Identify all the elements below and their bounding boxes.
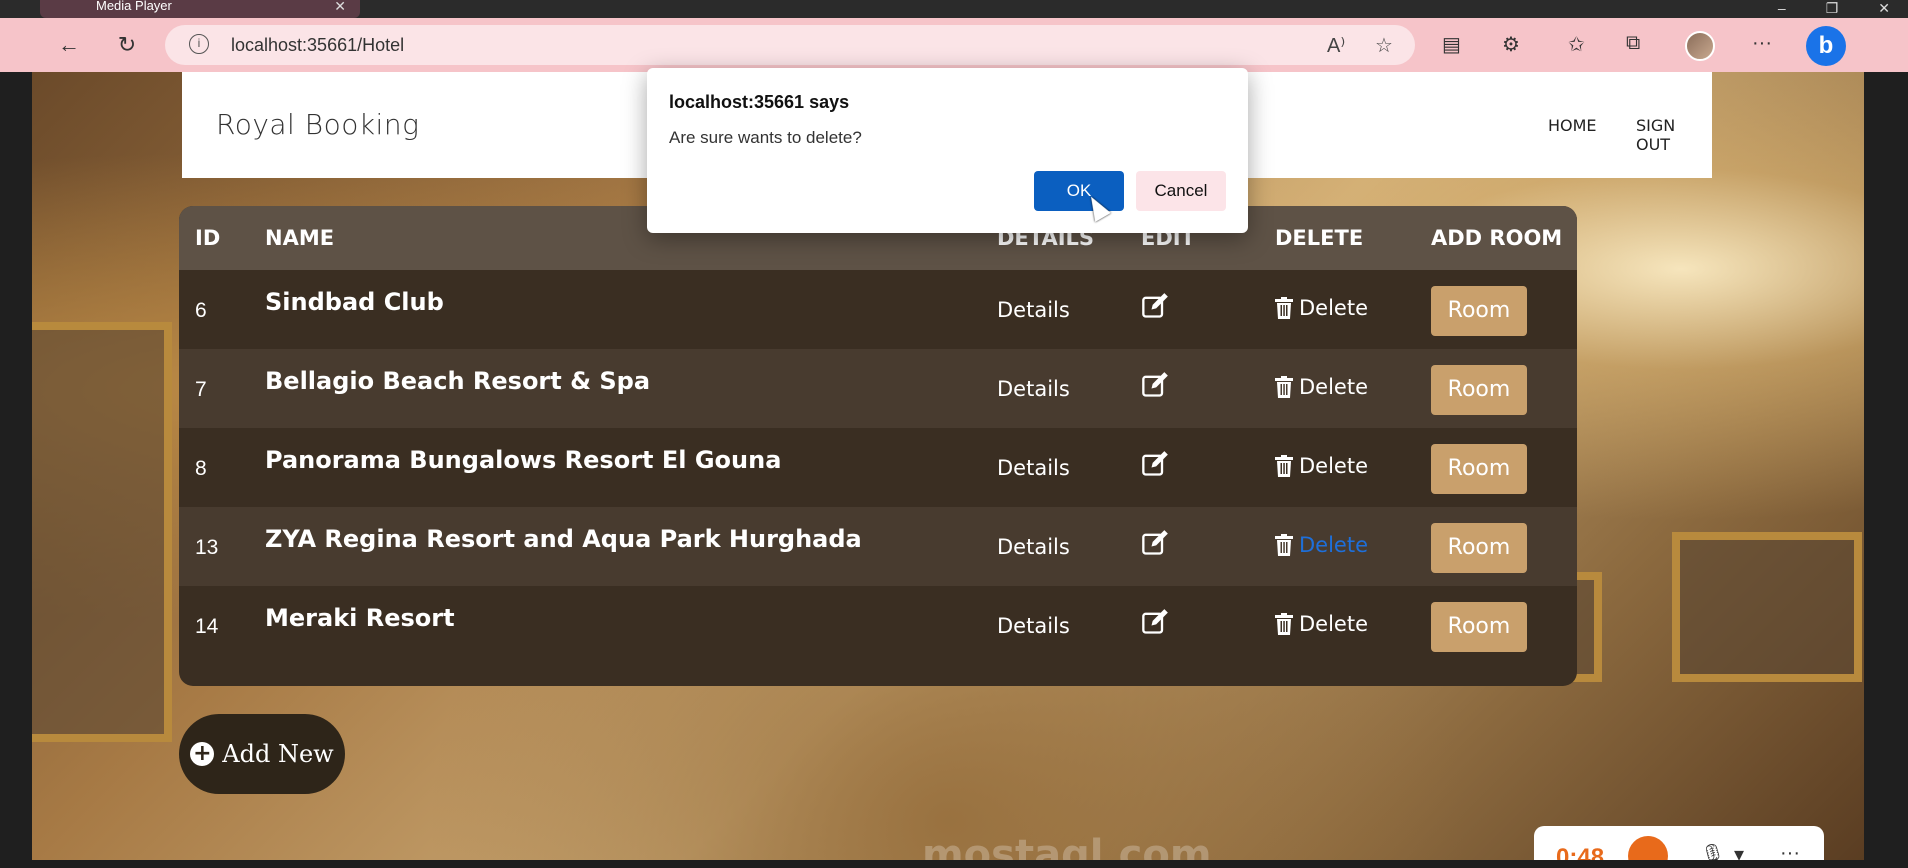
- header-name: NAME: [265, 226, 335, 250]
- table-row: 6 Sindbad Club Details Delete Room: [179, 270, 1577, 349]
- taskbar-strip: [0, 860, 1908, 868]
- delete-label: Delete: [1299, 375, 1368, 399]
- tab-close-icon[interactable]: ✕: [334, 0, 346, 13]
- delete-link[interactable]: Delete: [1275, 533, 1368, 557]
- add-new-button[interactable]: + Add New: [179, 714, 345, 794]
- collections-icon[interactable]: ⧉: [1626, 32, 1640, 55]
- table-row: 8 Panorama Bungalows Resort El Gouna Det…: [179, 428, 1577, 507]
- delete-link[interactable]: Delete: [1275, 612, 1368, 636]
- edit-icon[interactable]: [1141, 450, 1169, 478]
- add-room-button[interactable]: Room: [1431, 444, 1527, 494]
- browser-tab[interactable]: Media Player ✕: [40, 0, 360, 18]
- delete-label: Delete: [1299, 612, 1368, 636]
- plus-circle-icon: +: [190, 742, 215, 766]
- delete-link[interactable]: Delete: [1275, 454, 1368, 478]
- row-name: Meraki Resort: [265, 604, 455, 632]
- details-link[interactable]: Details: [997, 535, 1070, 559]
- table-row: 7 Bellagio Beach Resort & Spa Details De…: [179, 349, 1577, 428]
- delete-label: Delete: [1299, 533, 1368, 557]
- favorite-add-icon[interactable]: ☆: [1375, 33, 1393, 58]
- table-row: 13 ZYA Regina Resort and Aqua Park Hurgh…: [179, 507, 1577, 586]
- row-id: 8: [195, 457, 207, 480]
- window-titlebar: Media Player ✕ – ❐ ✕: [0, 0, 1908, 18]
- edit-icon[interactable]: [1141, 371, 1169, 399]
- hotels-table: ID NAME DETAILS EDIT DELETE ADD ROOM 6 S…: [179, 206, 1577, 686]
- header-delete: DELETE: [1275, 226, 1364, 250]
- delete-link[interactable]: Delete: [1275, 296, 1368, 320]
- window-controls: – ❐ ✕: [1778, 0, 1908, 18]
- site-info-icon[interactable]: i: [189, 34, 209, 54]
- ok-button[interactable]: OK: [1034, 171, 1124, 211]
- close-window-icon[interactable]: ✕: [1878, 0, 1890, 18]
- dialog-message: Are sure wants to delete?: [669, 128, 862, 147]
- details-link[interactable]: Details: [997, 377, 1070, 401]
- details-link[interactable]: Details: [997, 298, 1070, 322]
- browser-toolbar: ← ↻ i localhost:35661/Hotel A⁾ ☆ ▤ ⚙ ✩ ⧉…: [0, 18, 1908, 72]
- row-id: 13: [195, 536, 219, 559]
- row-name: ZYA Regina Resort and Aqua Park Hurghada: [265, 525, 862, 553]
- header-id: ID: [195, 226, 221, 250]
- url-text: localhost:35661/Hotel: [231, 35, 405, 55]
- edit-icon[interactable]: [1141, 529, 1169, 557]
- delete-label: Delete: [1299, 296, 1368, 320]
- extensions-icon[interactable]: ⚙: [1502, 32, 1520, 57]
- confirm-dialog: localhost:35661 says Are sure wants to d…: [647, 68, 1248, 233]
- watermark-text: mostaql.com: [922, 832, 1212, 860]
- row-name: Bellagio Beach Resort & Spa: [265, 367, 651, 395]
- add-new-label: Add New: [222, 740, 334, 768]
- nav-home[interactable]: HOME: [1548, 116, 1597, 135]
- extension-media-icon[interactable]: ▤: [1442, 32, 1461, 57]
- tab-title: Media Player: [96, 0, 172, 13]
- more-menu-icon[interactable]: ···: [1752, 32, 1772, 55]
- back-arrow-icon[interactable]: ←: [52, 28, 86, 62]
- row-id: 14: [195, 615, 219, 638]
- refresh-icon[interactable]: ↻: [110, 28, 144, 62]
- trash-icon: [1275, 455, 1293, 477]
- restore-icon[interactable]: ❐: [1826, 0, 1839, 18]
- details-link[interactable]: Details: [997, 456, 1070, 480]
- favorites-icon[interactable]: ✩: [1568, 32, 1585, 57]
- cancel-button[interactable]: Cancel: [1136, 171, 1226, 211]
- dialog-title: localhost:35661 says: [669, 92, 850, 112]
- header-add-room: ADD ROOM: [1431, 226, 1563, 250]
- bing-copilot-icon[interactable]: b: [1806, 26, 1846, 66]
- add-room-button[interactable]: Room: [1431, 286, 1527, 336]
- painting-frame: [32, 322, 172, 742]
- brand-logo[interactable]: Royal Booking: [216, 108, 419, 141]
- trash-icon: [1275, 534, 1293, 556]
- row-id: 6: [195, 299, 207, 322]
- table-row: 14 Meraki Resort Details Delete Room: [179, 586, 1577, 665]
- edit-icon[interactable]: [1141, 292, 1169, 320]
- add-room-button[interactable]: Room: [1431, 602, 1527, 652]
- profile-avatar[interactable]: [1685, 31, 1715, 61]
- nav-sign-out[interactable]: SIGN OUT: [1636, 116, 1712, 154]
- read-aloud-icon[interactable]: A⁾: [1327, 33, 1345, 58]
- row-name: Sindbad Club: [265, 288, 444, 316]
- trash-icon: [1275, 376, 1293, 398]
- trash-icon: [1275, 613, 1293, 635]
- address-bar[interactable]: i localhost:35661/Hotel A⁾ ☆: [165, 25, 1415, 65]
- painting-frame: [1672, 532, 1862, 682]
- delete-link[interactable]: Delete: [1275, 375, 1368, 399]
- row-id: 7: [195, 378, 207, 401]
- minimize-icon[interactable]: –: [1778, 0, 1786, 18]
- details-link[interactable]: Details: [997, 614, 1070, 638]
- trash-icon: [1275, 297, 1293, 319]
- row-name: Panorama Bungalows Resort El Gouna: [265, 446, 782, 474]
- delete-label: Delete: [1299, 454, 1368, 478]
- edit-icon[interactable]: [1141, 608, 1169, 636]
- add-room-button[interactable]: Room: [1431, 365, 1527, 415]
- add-room-button[interactable]: Room: [1431, 523, 1527, 573]
